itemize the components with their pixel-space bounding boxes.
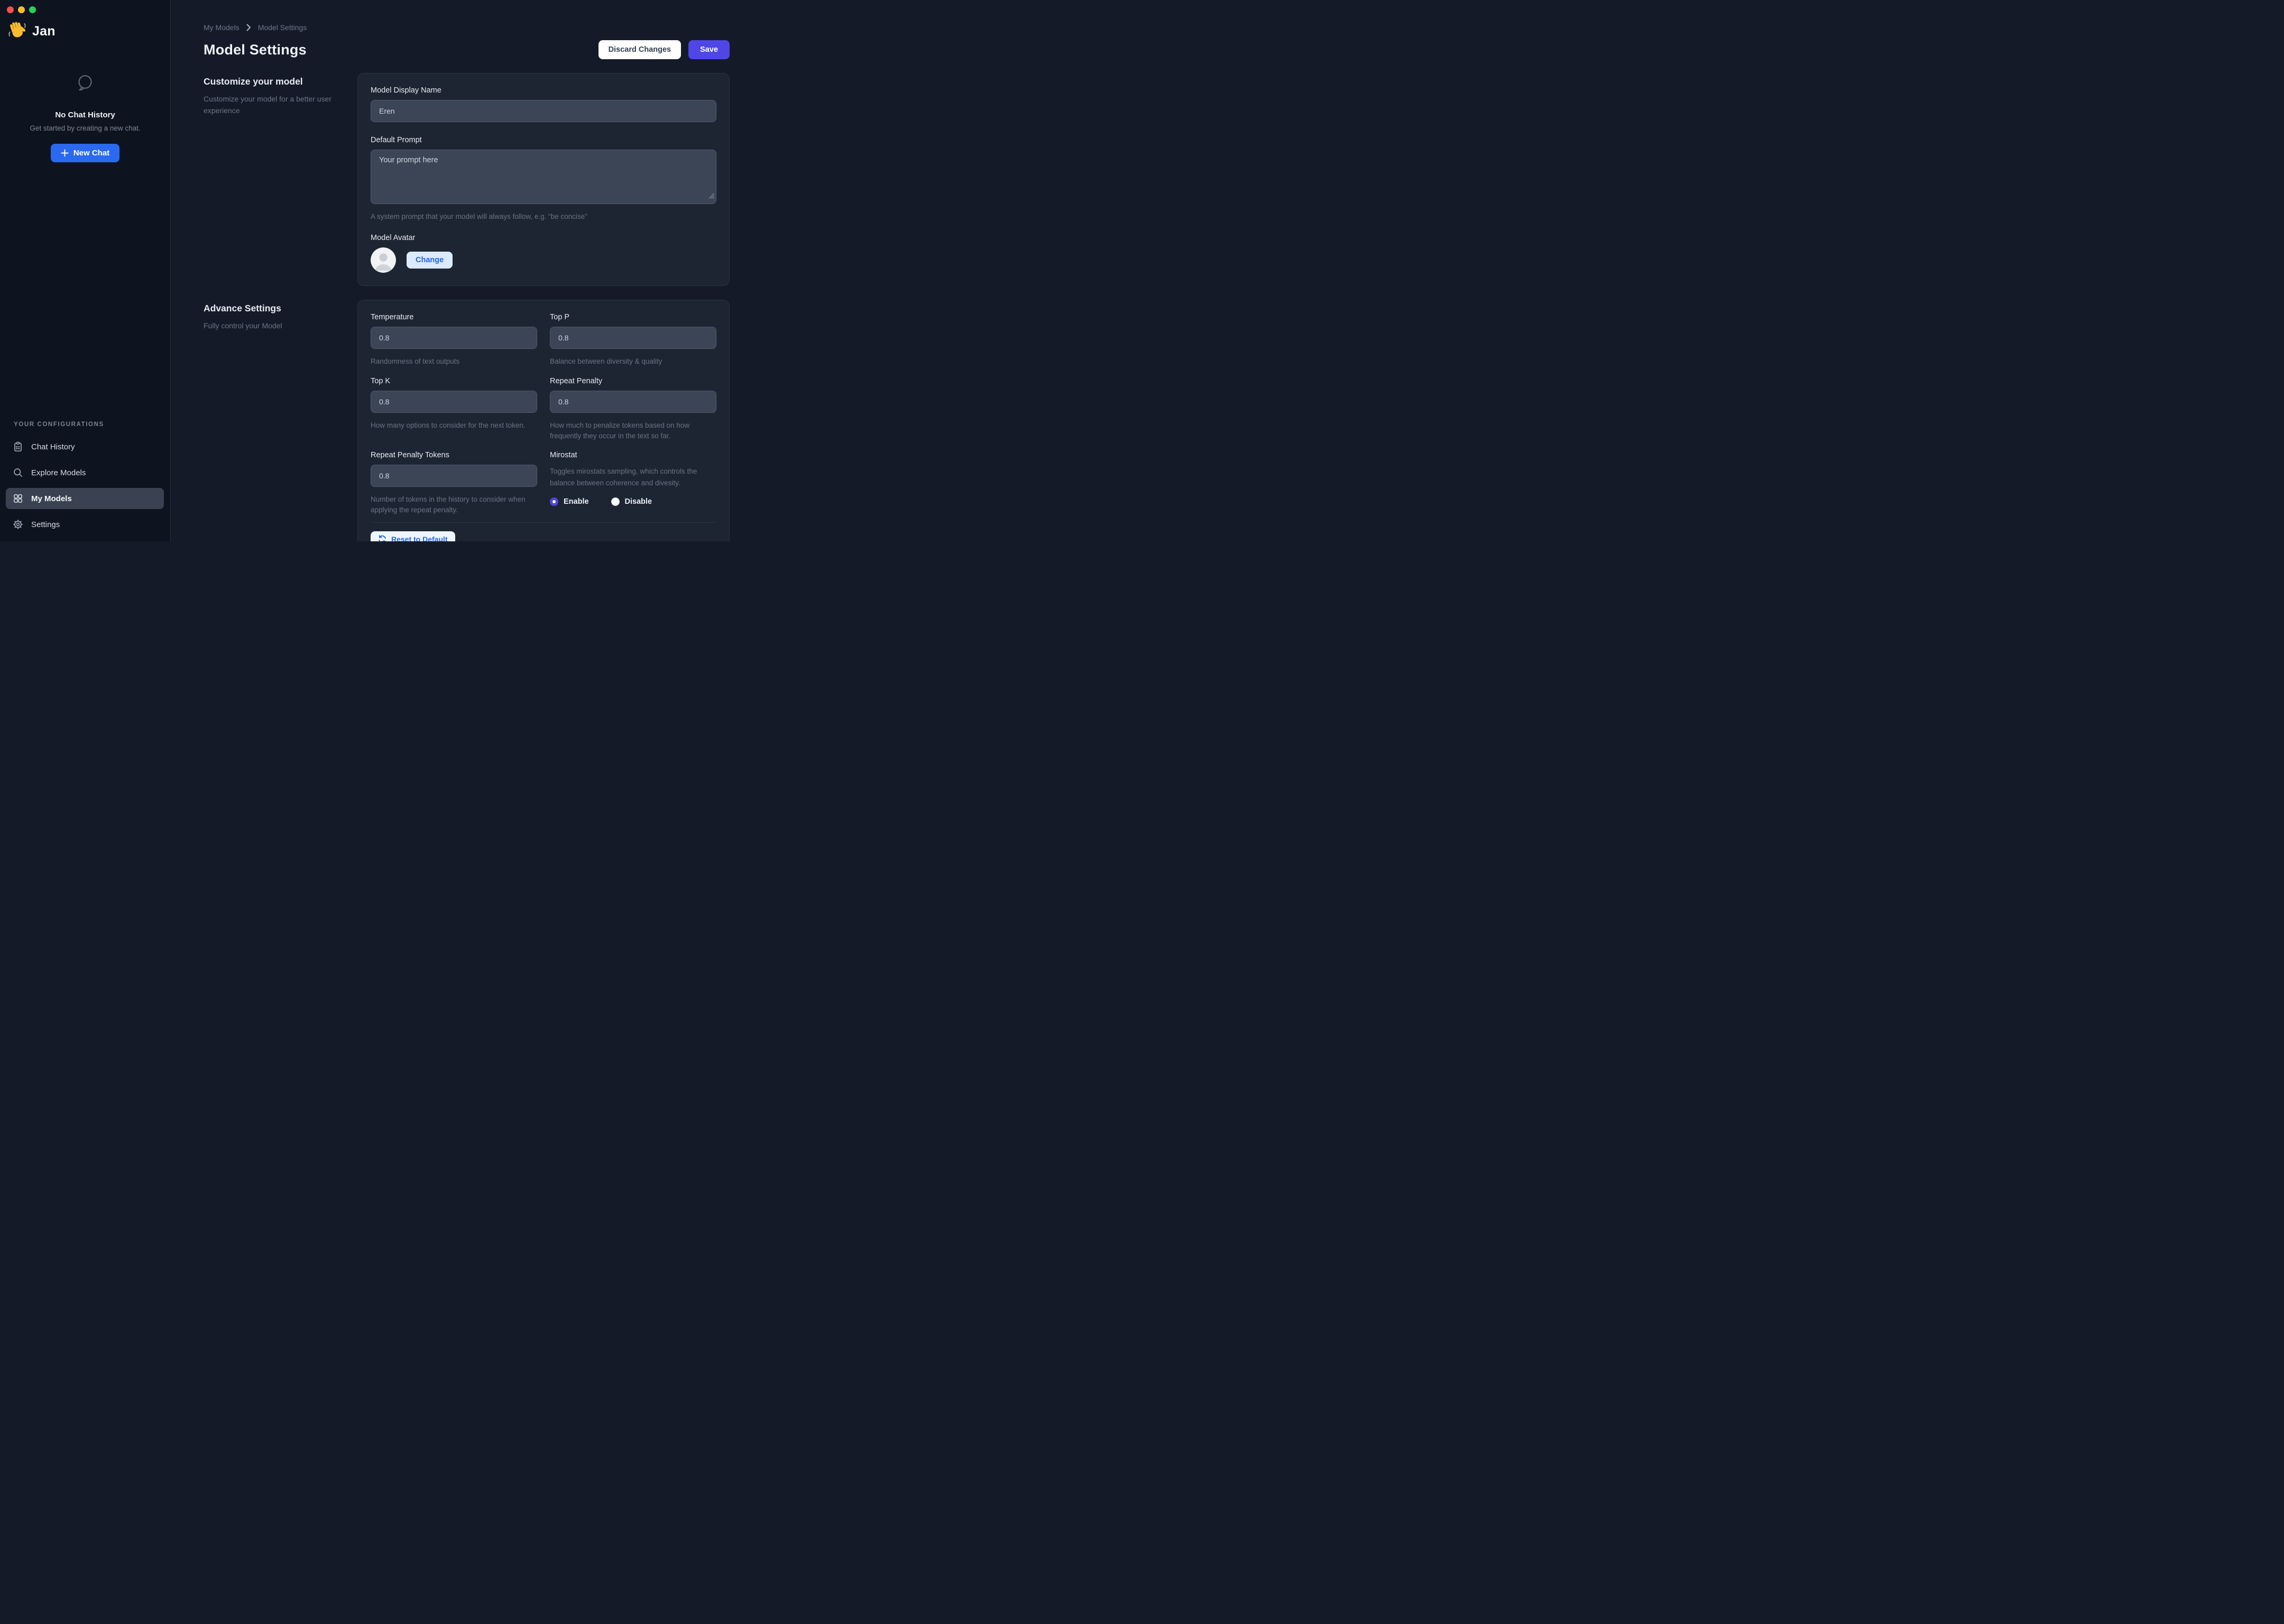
temperature-label: Temperature — [371, 313, 537, 321]
temperature-field: Temperature Randomness of text outputs — [371, 313, 537, 367]
new-chat-button[interactable]: New Chat — [51, 144, 119, 162]
refresh-icon — [378, 535, 386, 542]
chevron-right-icon — [246, 24, 251, 31]
repeat-penalty-field: Repeat Penalty How much to penalize toke… — [550, 377, 716, 442]
mirostat-radio-group: Enable Disable — [550, 497, 716, 506]
sidebar-item-label: Explore Models — [31, 468, 86, 477]
top-k-helper: How many options to consider for the nex… — [371, 420, 537, 431]
search-icon — [13, 467, 23, 478]
breadcrumb-model-settings: Model Settings — [258, 23, 307, 32]
top-p-helper: Balance between diversity & quality — [550, 356, 716, 367]
model-avatar-label: Model Avatar — [371, 234, 716, 242]
top-p-field: Top P Balance between diversity & qualit… — [550, 313, 716, 367]
sidebar-item-label: My Models — [31, 494, 72, 503]
top-k-field: Top K How many options to consider for t… — [371, 377, 537, 442]
plus-icon — [61, 149, 69, 157]
close-window-button[interactable] — [7, 6, 14, 13]
minimize-window-button[interactable] — [18, 6, 25, 13]
advance-heading: Advance Settings — [204, 303, 357, 314]
new-chat-label: New Chat — [73, 149, 109, 158]
repeat-penalty-input[interactable] — [550, 391, 716, 413]
chat-empty-state: No Chat History Get started by creating … — [0, 73, 170, 162]
sidebar-item-label: Settings — [31, 520, 60, 529]
repeat-penalty-helper: How much to penalize tokens based on how… — [550, 420, 716, 442]
top-k-label: Top K — [371, 377, 537, 385]
empty-state-subtitle: Get started by creating a new chat. — [0, 124, 170, 132]
mirostat-label: Mirostat — [550, 451, 716, 459]
top-k-input[interactable] — [371, 391, 537, 413]
avatar — [371, 247, 396, 273]
enable-label: Enable — [564, 497, 589, 506]
top-p-input[interactable] — [550, 327, 716, 349]
sidebar-item-chat-history[interactable]: Chat History — [6, 436, 164, 457]
window-controls — [7, 6, 36, 13]
mirostat-field: Mirostat Toggles mirostats sampling, whi… — [550, 451, 716, 516]
temperature-helper: Randomness of text outputs — [371, 356, 537, 367]
page-title: Model Settings — [204, 42, 307, 58]
reset-to-default-button[interactable]: Reset to Default — [371, 531, 455, 542]
disable-label: Disable — [625, 497, 652, 506]
sidebar-item-label: Chat History — [31, 442, 75, 451]
breadcrumb: My Models Model Settings — [204, 23, 730, 32]
default-prompt-textarea[interactable]: Your prompt here — [371, 150, 716, 204]
customize-section: Customize your model Customize your mode… — [204, 73, 730, 286]
jan-app-window: Jan No Chat History Get started by creat… — [0, 0, 761, 541]
repeat-penalty-tokens-input[interactable] — [371, 465, 537, 487]
sidebar: Jan No Chat History Get started by creat… — [0, 0, 171, 541]
zoom-window-button[interactable] — [29, 6, 36, 13]
reset-label: Reset to Default — [391, 535, 448, 542]
default-prompt-helper: A system prompt that your model will alw… — [371, 211, 716, 222]
card-divider — [371, 522, 716, 523]
app-name: Jan — [32, 24, 56, 39]
temperature-input[interactable] — [371, 327, 537, 349]
header-actions: Discard Changes Save — [598, 40, 730, 59]
display-name-input[interactable] — [371, 100, 716, 122]
repeat-penalty-tokens-helper: Number of tokens in the history to consi… — [371, 494, 537, 516]
gear-icon — [13, 519, 23, 530]
default-prompt-label: Default Prompt — [371, 136, 716, 144]
radio-selected-icon — [550, 497, 558, 506]
main-content: My Models Model Settings Model Settings … — [171, 0, 761, 541]
customize-subheading: Customize your model for a better user e… — [204, 94, 337, 116]
app-logo: Jan — [7, 20, 56, 43]
configurations-section-label: YOUR CONFIGURATIONS — [6, 421, 164, 428]
save-button[interactable]: Save — [688, 40, 730, 59]
waving-hand-icon — [7, 20, 27, 43]
sidebar-item-my-models[interactable]: My Models — [6, 488, 164, 509]
customize-heading: Customize your model — [204, 76, 357, 87]
mirostat-disable-radio[interactable]: Disable — [611, 497, 652, 506]
display-name-label: Model Display Name — [371, 86, 716, 95]
customize-card: Model Display Name Default Prompt Your p… — [357, 73, 730, 286]
repeat-penalty-label: Repeat Penalty — [550, 377, 716, 385]
empty-state-title: No Chat History — [0, 110, 170, 119]
mirostat-description: Toggles mirostats sampling, which contro… — [550, 466, 716, 488]
repeat-penalty-tokens-label: Repeat Penalty Tokens — [371, 451, 537, 459]
sidebar-item-explore-models[interactable]: Explore Models — [6, 462, 164, 483]
breadcrumb-my-models[interactable]: My Models — [204, 23, 240, 32]
advance-card: Temperature Randomness of text outputs T… — [357, 300, 730, 541]
advance-section: Advance Settings Fully control your Mode… — [204, 300, 730, 541]
chat-bubble-icon — [75, 73, 95, 97]
mirostat-enable-radio[interactable]: Enable — [550, 497, 589, 506]
discard-changes-button[interactable]: Discard Changes — [598, 40, 681, 59]
sidebar-item-settings[interactable]: Settings — [6, 514, 164, 535]
sidebar-navigation: YOUR CONFIGURATIONS Chat History — [6, 421, 164, 535]
clipboard-icon — [13, 441, 23, 452]
change-avatar-button[interactable]: Change — [407, 252, 453, 269]
repeat-penalty-tokens-field: Repeat Penalty Tokens Number of tokens i… — [371, 451, 537, 516]
top-p-label: Top P — [550, 313, 716, 321]
grid-icon — [13, 493, 23, 504]
advance-subheading: Fully control your Model — [204, 320, 337, 332]
radio-unselected-icon — [611, 497, 620, 506]
